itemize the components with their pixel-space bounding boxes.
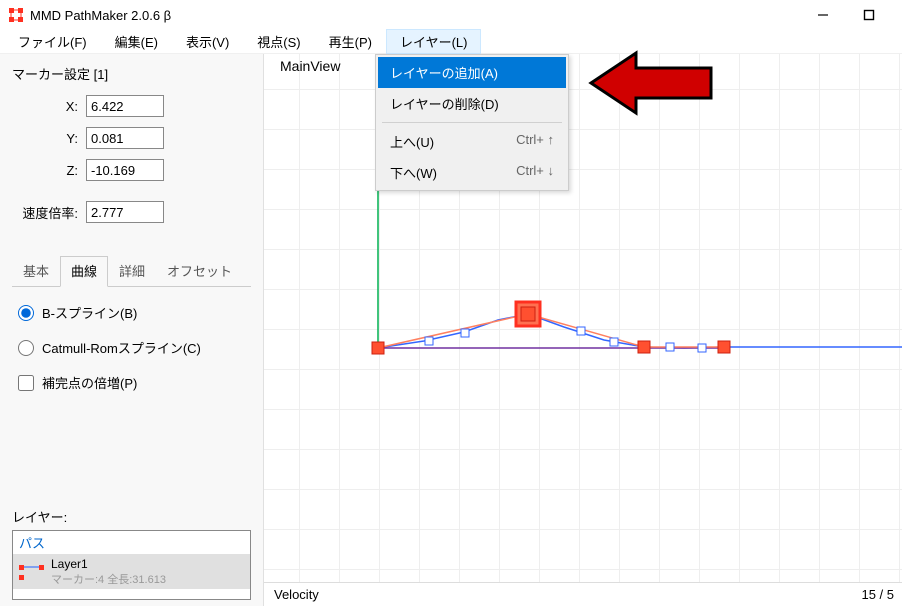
menubar: ファイル(F) 編集(E) 表示(V) 視点(S) 再生(P) レイヤー(L) xyxy=(0,30,902,54)
speed-label: 速度倍率: xyxy=(12,203,86,222)
dropdown-delete-layer-label: レイヤーの削除(D) xyxy=(390,94,499,113)
dropdown-add-layer-label: レイヤーの追加(A) xyxy=(390,63,498,82)
check-multiply-label: 補完点の倍増(P) xyxy=(42,373,137,392)
menu-view[interactable]: 表示(V) xyxy=(172,29,243,54)
dropdown-move-down-shortcut: Ctrl+ ↓ xyxy=(516,163,554,182)
layer-item-name: Layer1 xyxy=(51,557,166,571)
maximize-button[interactable] xyxy=(860,6,878,24)
dropdown-move-down-label: 下へ(W) xyxy=(390,163,437,182)
z-label: Z: xyxy=(12,163,86,178)
layer-thumb-icon xyxy=(17,559,47,585)
menu-edit[interactable]: 編集(E) xyxy=(101,29,172,54)
layer-dropdown: レイヤーの追加(A) レイヤーの削除(D) 上へ(U) Ctrl+ ↑ 下へ(W… xyxy=(375,54,569,191)
check-multiply-input[interactable] xyxy=(18,375,34,391)
frame-counter: 15 / 5 xyxy=(861,587,894,602)
dropdown-move-up-shortcut: Ctrl+ ↑ xyxy=(516,132,554,151)
layer-header: パス xyxy=(13,531,250,555)
radio-catmull[interactable]: Catmull-Romスプライン(C) xyxy=(18,338,245,357)
dropdown-move-down[interactable]: 下へ(W) Ctrl+ ↓ xyxy=(378,157,566,188)
minimize-button[interactable] xyxy=(814,6,832,24)
tab-curve[interactable]: 曲線 xyxy=(60,256,108,287)
dropdown-add-layer[interactable]: レイヤーの追加(A) xyxy=(378,57,566,88)
path-graph xyxy=(264,54,902,582)
dropdown-move-up-label: 上へ(U) xyxy=(390,132,434,151)
y-input[interactable] xyxy=(86,127,164,149)
dropdown-move-up[interactable]: 上へ(U) Ctrl+ ↑ xyxy=(378,126,566,157)
dropdown-delete-layer[interactable]: レイヤーの削除(D) xyxy=(378,88,566,119)
menu-layer[interactable]: レイヤー(L) xyxy=(386,29,482,54)
z-input[interactable] xyxy=(86,159,164,181)
x-label: X: xyxy=(12,99,86,114)
tab-basic[interactable]: 基本 xyxy=(12,256,60,287)
menu-file[interactable]: ファイル(F) xyxy=(4,29,101,54)
tabs: 基本 曲線 詳細 オフセット xyxy=(12,255,251,287)
tab-offset[interactable]: オフセット xyxy=(156,256,243,287)
speed-input[interactable] xyxy=(86,201,164,223)
sidebar: マーカー設定 [1] X: Y: Z: 速度倍率: 基本 曲線 詳細 オフセット… xyxy=(0,54,264,606)
y-label: Y: xyxy=(12,131,86,146)
check-multiply[interactable]: 補完点の倍増(P) xyxy=(18,373,245,392)
radio-bspline-label: B-スプライン(B) xyxy=(42,303,137,322)
menu-viewpoint[interactable]: 視点(S) xyxy=(243,29,314,54)
radio-catmull-input[interactable] xyxy=(18,340,34,356)
layer-item-info: マーカー:4 全長:31.613 xyxy=(51,571,166,587)
dropdown-separator xyxy=(382,122,562,123)
marker-settings-title: マーカー設定 [1] xyxy=(12,64,251,83)
radio-bspline[interactable]: B-スプライン(B) xyxy=(18,303,245,322)
canvas[interactable] xyxy=(264,54,902,582)
radio-catmull-label: Catmull-Romスプライン(C) xyxy=(42,338,201,357)
tab-detail[interactable]: 詳細 xyxy=(108,256,156,287)
layer-section-label: レイヤー: xyxy=(12,507,251,526)
main-view-label: MainView xyxy=(280,58,340,74)
menu-play[interactable]: 再生(P) xyxy=(315,29,386,54)
radio-bspline-input[interactable] xyxy=(18,305,34,321)
layer-item[interactable]: Layer1 マーカー:4 全長:31.613 xyxy=(13,555,250,589)
layer-listbox[interactable]: パス Layer1 マーカー:4 全長:31.613 xyxy=(12,530,251,600)
app-icon xyxy=(8,7,24,23)
x-input[interactable] xyxy=(86,95,164,117)
window-title: MMD PathMaker 2.0.6 β xyxy=(30,8,814,23)
velocity-label: Velocity xyxy=(274,587,319,602)
